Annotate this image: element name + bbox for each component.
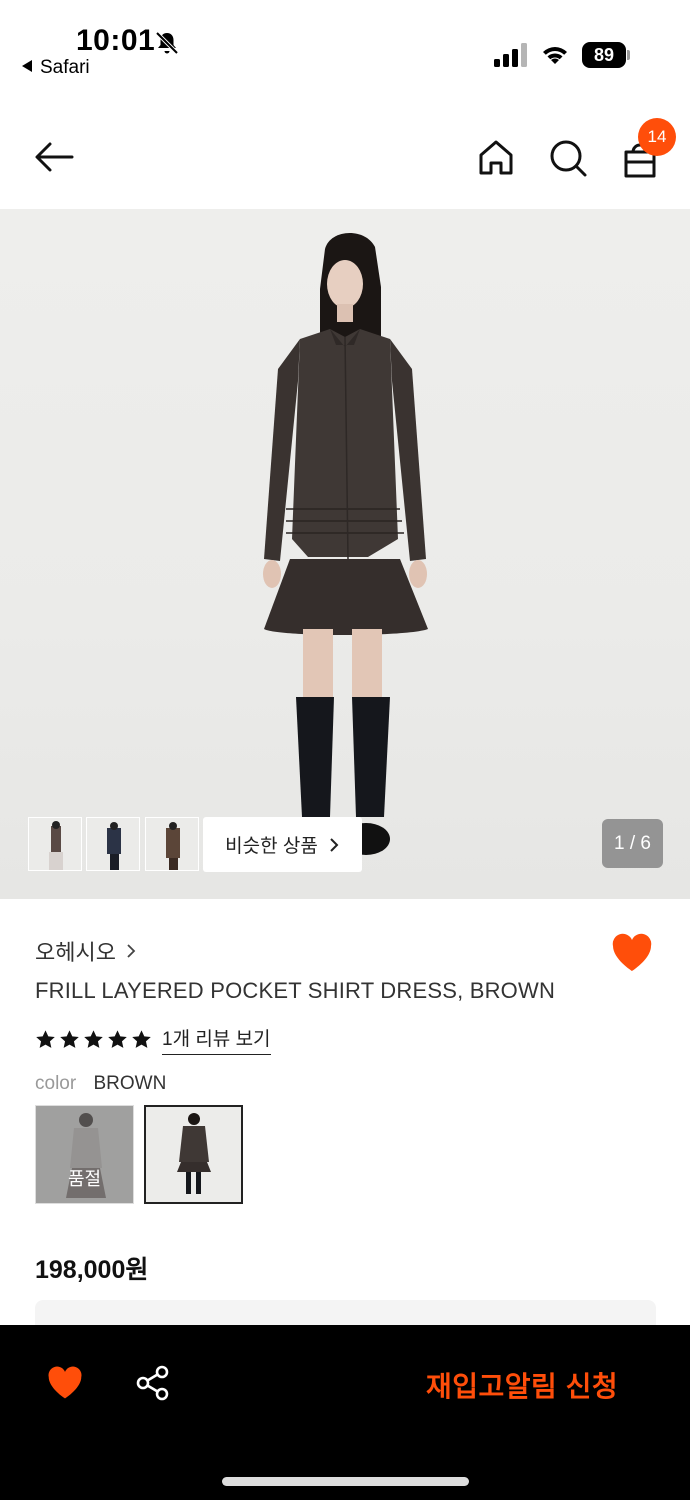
brand-link[interactable]: 오헤시오 — [35, 935, 136, 967]
color-option-image — [146, 1107, 241, 1202]
color-label: color — [35, 1073, 77, 1094]
star-rating — [35, 1029, 152, 1050]
wifi-icon — [543, 47, 567, 64]
review-link[interactable]: 1개 리뷰 보기 — [162, 1024, 271, 1055]
star-icon — [60, 1030, 79, 1048]
star-icon — [84, 1030, 103, 1048]
heart-icon[interactable] — [46, 1365, 84, 1401]
image-page-indicator: 1 / 6 — [602, 819, 663, 868]
chevron-right-icon — [330, 837, 339, 852]
battery-icon: 89 — [582, 42, 630, 68]
share-icon[interactable] — [135, 1365, 171, 1401]
product-image-gallery[interactable]: 비슷한 상품 1 / 6 — [0, 209, 690, 899]
top-navigation — [0, 110, 690, 208]
status-bar: 10:01 Safari 89 — [0, 0, 690, 100]
status-time: 10:01 — [76, 24, 156, 57]
cart-count-badge: 14 — [638, 118, 676, 156]
search-icon[interactable] — [546, 136, 590, 180]
product-price: 198,000원 — [35, 1256, 149, 1284]
star-icon — [108, 1030, 127, 1048]
product-name: FRILL LAYERED POCKET SHIRT DRESS, BROWN — [35, 978, 556, 1003]
signal-icon — [494, 43, 527, 67]
color-option-brown[interactable] — [144, 1105, 243, 1204]
color-option-soldout[interactable]: 품절 — [35, 1105, 134, 1204]
home-icon[interactable] — [474, 136, 518, 180]
chevron-right-icon — [127, 944, 136, 958]
bottom-action-bar: 재입고알림 신청 — [0, 1325, 690, 1500]
gallery-thumb-3[interactable] — [145, 817, 199, 871]
back-arrow-icon[interactable] — [32, 135, 76, 179]
soldout-overlay: 품절 — [36, 1106, 133, 1203]
product-photo — [263, 232, 428, 855]
color-value: BROWN — [93, 1073, 167, 1094]
gallery-thumb-2[interactable] — [86, 817, 140, 871]
rating-row: 1개 리뷰 보기 — [35, 1024, 271, 1055]
similar-products-button[interactable]: 비슷한 상품 — [203, 817, 362, 872]
bell-off-icon — [155, 31, 179, 55]
color-row: color BROWN — [35, 1073, 166, 1095]
star-icon — [36, 1030, 55, 1048]
wishlist-heart-icon[interactable] — [610, 932, 654, 974]
home-indicator[interactable] — [222, 1477, 469, 1486]
gallery-thumb-1[interactable] — [28, 817, 82, 871]
back-triangle-icon — [22, 60, 32, 72]
back-to-safari[interactable]: Safari — [22, 57, 90, 79]
star-icon — [132, 1030, 151, 1048]
restock-alert-button[interactable]: 재입고알림 신청 — [426, 1365, 618, 1405]
